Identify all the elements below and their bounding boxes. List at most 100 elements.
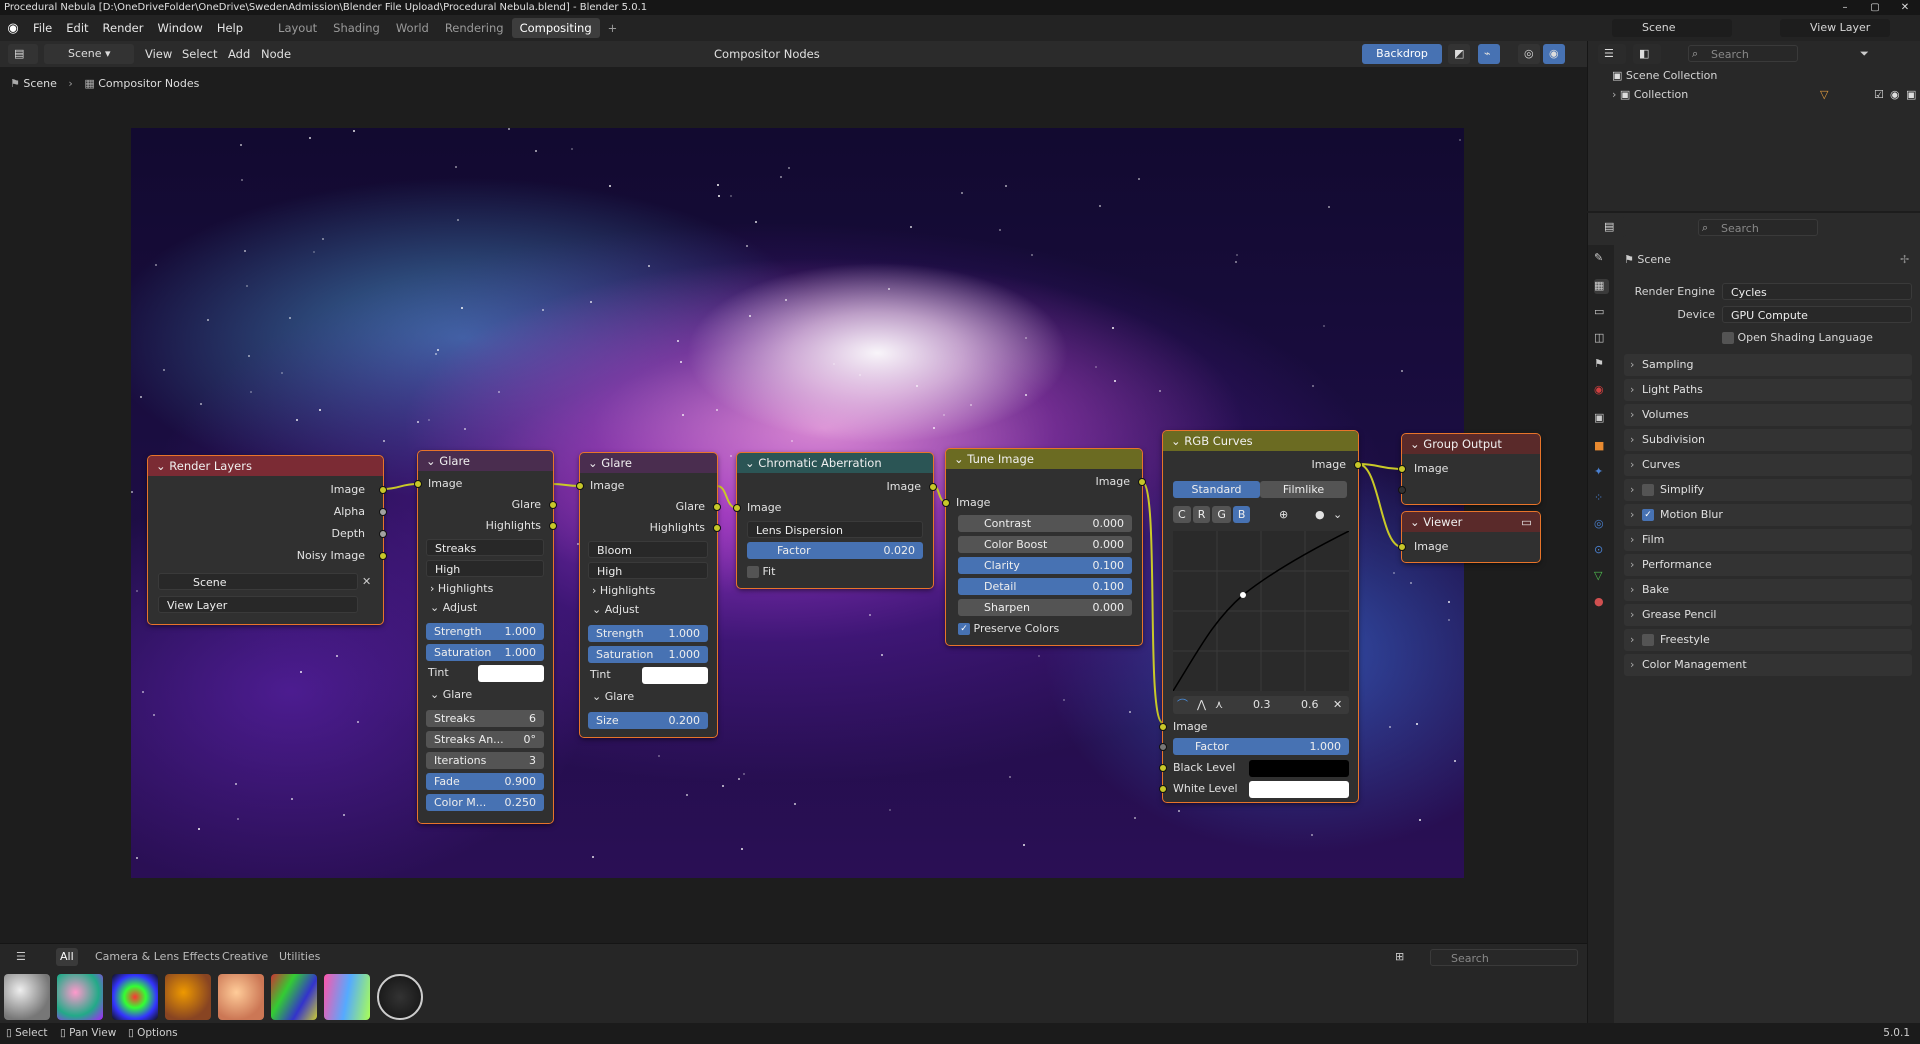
node-glare-1[interactable]: ⌄ Glare Image Glare Highlights Streaks H… [414,450,557,824]
particles-tab-icon[interactable]: ⁘ [1594,491,1609,506]
zoom-in-icon[interactable]: ⊕ [1279,506,1288,524]
outliner-editor-type-icon[interactable]: ☰ [1598,44,1626,64]
glare2-socket-in[interactable] [576,482,584,490]
channel-g[interactable]: G [1212,506,1231,523]
viewer-active-icon[interactable]: ▭ [1521,512,1540,532]
channel-c[interactable]: C [1173,506,1191,523]
node-group-output[interactable]: ⌄ Group Output Image [1398,433,1541,505]
collection-tab-icon[interactable]: ▣ [1594,411,1609,426]
viewer-socket-image[interactable] [1398,543,1406,551]
view-layer-tab-icon[interactable]: ◫ [1594,331,1609,346]
panel-film[interactable]: › Film [1624,529,1912,551]
point-x-value[interactable]: 0.3 [1253,696,1271,714]
glare1-socket-highlights[interactable] [549,522,557,530]
asset-search-input[interactable]: Search [1430,949,1578,966]
simplify-checkbox[interactable] [1642,484,1654,496]
glare2-strength-field[interactable]: Strength 1.000 [588,625,708,642]
glare2-saturation-field[interactable]: Saturation 1.000 [588,646,708,663]
asset-tab-utilities[interactable]: Utilities [279,948,320,966]
glare2-header[interactable]: ⌄ Glare [580,453,717,473]
asset-thumbnail-3[interactable] [112,974,158,1020]
node-glare-2[interactable]: ⌄ Glare Image Glare Highlights Bloom Hig… [576,452,721,738]
chromatic-header[interactable]: ⌄ Chromatic Aberration [737,453,933,473]
glare1-iterations-field[interactable]: Iterations 3 [426,752,544,769]
object-tab-icon[interactable]: ■ [1594,439,1609,454]
constraints-tab-icon[interactable]: ⊙ [1594,543,1609,558]
curves-mode-standard[interactable]: Standard [1173,481,1260,498]
point-y-value[interactable]: 0.6 [1301,696,1319,714]
tune-boost-field[interactable]: Color Boost 0.000 [958,536,1132,553]
properties-search-input[interactable]: Search [1698,219,1818,236]
asset-thumbnail-4[interactable] [165,974,211,1020]
node-chromatic-aberration[interactable]: ⌄ Chromatic Aberration Image Image Lens … [733,452,937,589]
panel-bake[interactable]: › Bake [1624,579,1912,601]
display-mode-icon[interactable]: ◧ [1633,44,1661,64]
glare1-socket-glare[interactable] [549,501,557,509]
glare2-glare-panel[interactable]: ⌄ Glare [592,688,634,706]
device-dropdown[interactable]: GPU Compute [1722,306,1912,323]
material-tab-icon[interactable]: ● [1594,595,1609,610]
glare1-color-field[interactable]: Color M... 0.250 [426,794,544,811]
group-output-header[interactable]: ⌄ Group Output [1402,434,1540,454]
glare2-quality-dropdown[interactable]: High [588,562,708,579]
glare1-socket-in[interactable] [414,480,422,488]
chromatic-factor-field[interactable]: Factor 0.020 [747,542,923,559]
tune-sharpen-field[interactable]: Sharpen 0.000 [958,599,1132,616]
world-tab-icon[interactable]: ◉ [1594,383,1609,398]
render-tab-icon[interactable]: ▦ [1594,279,1609,294]
clear-scene-icon[interactable]: ✕ [362,573,371,591]
glare2-socket-glare[interactable] [713,503,721,511]
socket-depth-out[interactable] [379,530,387,538]
chromatic-fit-checkbox[interactable]: Fit [747,563,775,581]
data-tab-icon[interactable]: ▽ [1594,569,1609,584]
panel-curves[interactable]: › Curves [1624,454,1912,476]
freestyle-checkbox[interactable] [1642,634,1654,646]
scene-collection-item[interactable]: ▣ Scene Collection [1612,67,1717,85]
chromatic-mode-dropdown[interactable]: Lens Dispersion [747,521,923,538]
filter-icon[interactable]: ⏷ [1860,45,1869,63]
tune-preserve-checkbox[interactable]: ✓ Preserve Colors [958,620,1059,638]
node-render-layers[interactable]: ⌄ Render Layers Image Alpha Depth Noisy … [147,455,387,625]
asset-tab-creative[interactable]: Creative [222,948,268,966]
tune-clarity-field[interactable]: Clarity 0.100 [958,557,1132,574]
glare1-header[interactable]: ⌄ Glare [418,451,553,471]
asset-shelf-menu-icon[interactable]: ☰ [16,948,26,966]
glare1-highlights-panel[interactable]: › Highlights [430,580,493,598]
node-tune-image[interactable]: ⌄ Tune Image Image Image Contrast 0.000 C… [942,448,1146,646]
glare2-socket-highlights[interactable] [713,524,721,532]
panel-color-management[interactable]: › Color Management [1624,654,1912,676]
properties-editor-type-icon[interactable]: ▤ [1598,217,1626,237]
asset-thumbnail-1[interactable] [4,974,50,1020]
curves-socket-factor[interactable] [1159,743,1167,751]
tool-tab-icon[interactable]: ✎ [1594,251,1609,266]
node-rgb-curves[interactable]: ⌄ RGB Curves Image Standard Filmlike C R… [1159,430,1362,803]
curves-socket-black[interactable] [1159,764,1167,772]
tune-detail-field[interactable]: Detail 0.100 [958,578,1132,595]
physics-tab-icon[interactable]: ◎ [1594,517,1609,532]
asset-thumbnail-2[interactable] [57,974,103,1020]
panel-grease-pencil[interactable]: › Grease Pencil [1624,604,1912,626]
modifier-tab-icon[interactable]: ✦ [1594,465,1609,480]
osl-checkbox[interactable]: Open Shading Language [1722,329,1873,347]
panel-freestyle[interactable]: › Freestyle [1624,629,1912,651]
motion-blur-checkbox[interactable]: ✓ [1642,509,1654,521]
maximize-button[interactable]: ▢ [1860,0,1890,15]
glare1-saturation-field[interactable]: Saturation 1.000 [426,644,544,661]
glare2-highlights-panel[interactable]: › Highlights [592,582,655,600]
close-window-button[interactable]: ✕ [1890,0,1920,15]
render-engine-dropdown[interactable]: Cycles [1722,283,1912,300]
handle-auto-icon[interactable]: ⌒ [1177,696,1188,714]
curves-socket-in[interactable] [1159,723,1167,731]
viewer-header[interactable]: ⌄ Viewer ▭ [1402,512,1540,532]
chromatic-socket-out[interactable] [929,483,937,491]
curve-point[interactable] [1240,592,1246,598]
view-layer-selector[interactable]: View Layer [1780,19,1890,37]
handle-free-icon[interactable]: ⋏ [1215,696,1223,714]
scene-tab-icon[interactable]: ⚑ [1594,357,1609,372]
curves-factor-field[interactable]: Factor 1.000 [1173,738,1349,755]
render-camera-icon[interactable]: ▣ [1906,86,1916,104]
asset-thumbnail-6[interactable] [271,974,317,1020]
glare1-fade-field[interactable]: Fade 0.900 [426,773,544,790]
glare1-angle-field[interactable]: Streaks An... 0° [426,731,544,748]
glare1-strength-field[interactable]: Strength 1.000 [426,623,544,640]
